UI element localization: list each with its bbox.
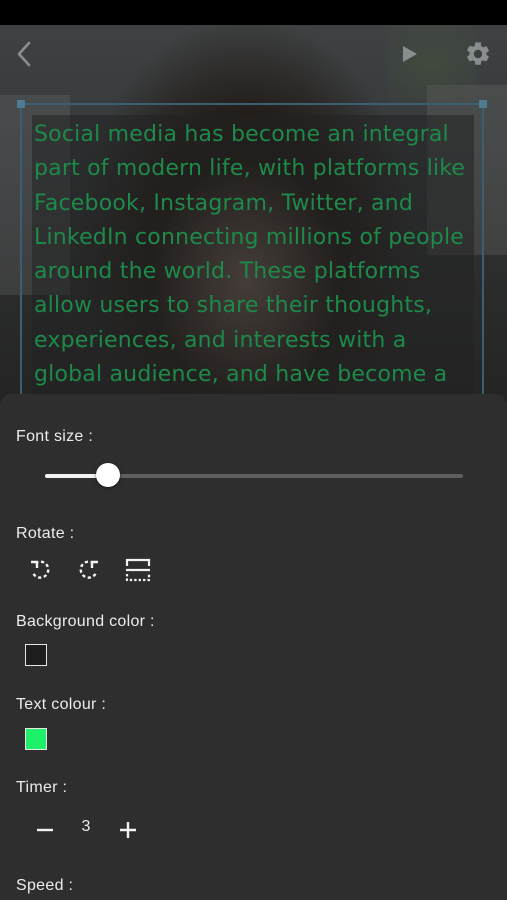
- timer-decrement-button[interactable]: [29, 814, 61, 846]
- rotate-left-button[interactable]: [24, 554, 56, 586]
- play-button[interactable]: [396, 40, 424, 68]
- prompter-line: Social media has become an integral: [34, 122, 449, 147]
- font-size-slider-thumb[interactable]: [95, 463, 120, 487]
- speed-label: Speed :: [16, 877, 74, 894]
- rotate-right-button[interactable]: [73, 554, 105, 586]
- prompter-line: part of modern life, with platforms like: [34, 156, 466, 182]
- text-colour-label: Text colour :: [16, 696, 107, 713]
- timer-value: 3: [81, 818, 91, 835]
- rotate-label: Rotate :: [16, 525, 75, 542]
- timer-label: Timer :: [16, 779, 68, 796]
- font-size-slider[interactable]: [45, 463, 463, 487]
- plus-icon: [120, 822, 136, 838]
- back-button[interactable]: [8, 38, 40, 70]
- prompter-line: Facebook, Instagram, Twitter, and: [34, 190, 413, 216]
- resize-handle-top-right[interactable]: [479, 100, 487, 108]
- prompter-line: experiences, and interests with a: [34, 327, 407, 353]
- gear-icon: [467, 42, 489, 65]
- text-colour-swatch[interactable]: [25, 728, 47, 750]
- prompter-line: allow users to share their thoughts,: [34, 293, 433, 319]
- status-bar: [0, 0, 507, 25]
- minus-icon: [37, 828, 53, 832]
- chevron-left-icon: [17, 41, 31, 67]
- play-icon: [403, 46, 417, 62]
- settings-button[interactable]: [460, 36, 496, 72]
- prompter-text-box[interactable]: Social media has become an integral part…: [17, 100, 487, 405]
- rotate-right-icon: [79, 560, 98, 579]
- timer-increment-button[interactable]: [112, 814, 144, 846]
- prompter-text: Social media has become an integral part…: [34, 118, 484, 392]
- font-size-label: Font size :: [16, 428, 94, 445]
- background-color-label: Background color :: [16, 613, 155, 630]
- flip-icon: [125, 558, 151, 582]
- flip-button[interactable]: [122, 554, 154, 586]
- prompter-line: LinkedIn connecting millions of people: [34, 224, 465, 250]
- background-color-swatch[interactable]: [25, 644, 47, 666]
- prompter-line: global audience, and have become a: [34, 362, 448, 388]
- settings-panel: Font size : Rotate : Background color : …: [0, 394, 507, 900]
- prompter-line: around the world. These platforms: [34, 259, 421, 285]
- rotate-left-icon: [31, 560, 50, 579]
- resize-handle-top-left[interactable]: [17, 100, 25, 108]
